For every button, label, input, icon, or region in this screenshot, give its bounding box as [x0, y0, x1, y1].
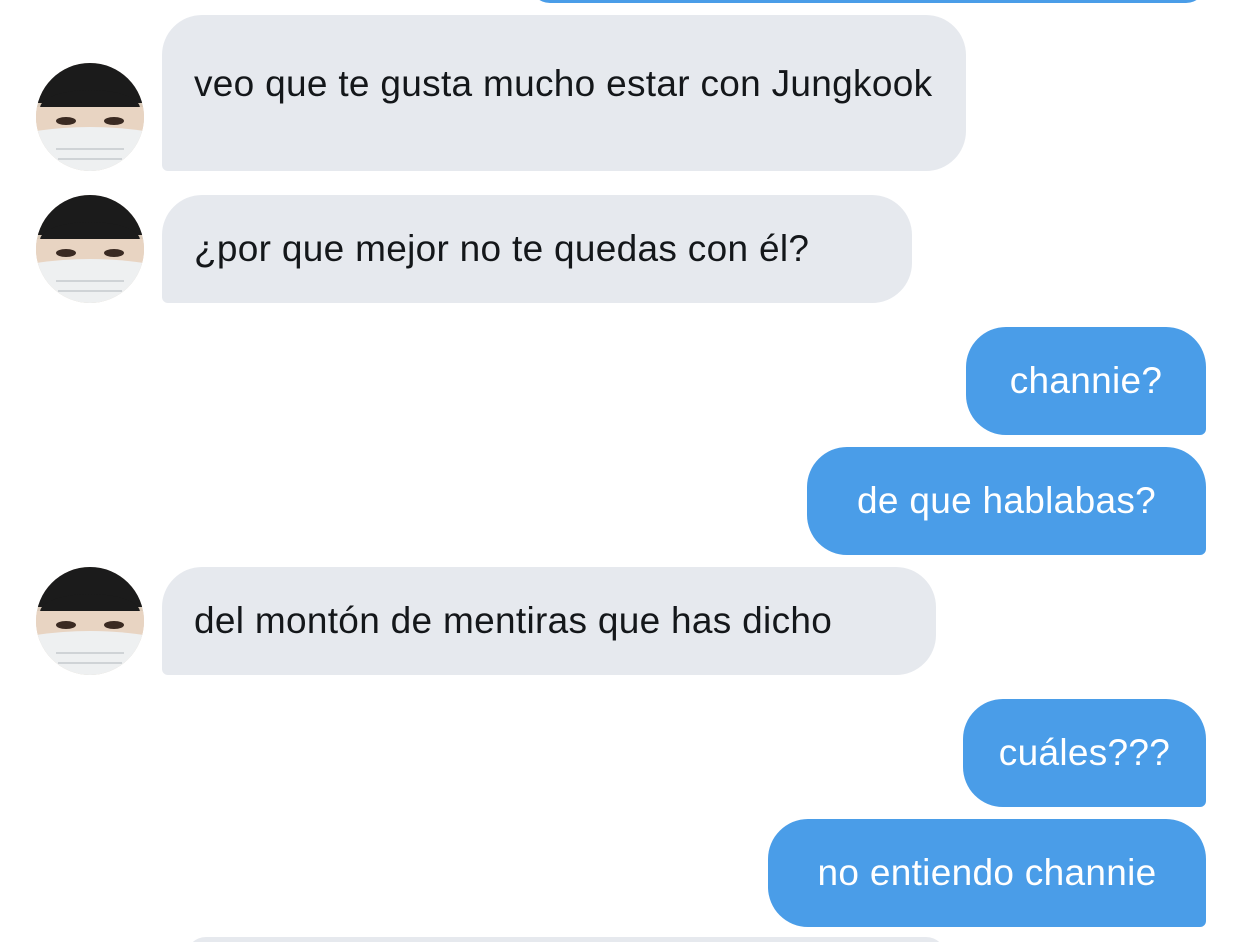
message-text: cuáles???	[998, 732, 1171, 773]
dm-conversation: veo que te gusta mucho estar con Jungkoo…	[0, 0, 1241, 942]
message-bubble-incoming[interactable]: del montón de mentiras que has dicho	[162, 567, 936, 675]
message-text: de que hablabas?	[856, 480, 1156, 521]
message-bubble-outgoing[interactable]: channie?	[966, 327, 1206, 435]
message-text: del montón de mentiras que has dicho	[194, 600, 833, 641]
message-bubble-incoming[interactable]: veo que te gusta mucho estar con Jungkoo…	[162, 15, 966, 171]
message-text: ¿por que mejor no te quedas con él?	[194, 228, 810, 269]
avatar-icon[interactable]	[36, 63, 144, 171]
message-bubble-outgoing-partial[interactable]	[530, 0, 1206, 3]
message-text: veo que te gusta mucho estar con Jungkoo…	[194, 63, 933, 104]
message-bubble-outgoing[interactable]: no entiendo channie	[768, 819, 1206, 927]
message-bubble-incoming-partial[interactable]	[186, 937, 946, 942]
message-bubble-outgoing[interactable]: de que hablabas?	[807, 447, 1206, 555]
message-bubble-outgoing[interactable]: cuáles???	[963, 699, 1206, 807]
message-bubble-incoming[interactable]: ¿por que mejor no te quedas con él?	[162, 195, 912, 303]
avatar-icon[interactable]	[36, 195, 144, 303]
message-text: channie?	[1009, 360, 1163, 401]
avatar-icon[interactable]	[36, 567, 144, 675]
message-text: no entiendo channie	[817, 852, 1157, 893]
